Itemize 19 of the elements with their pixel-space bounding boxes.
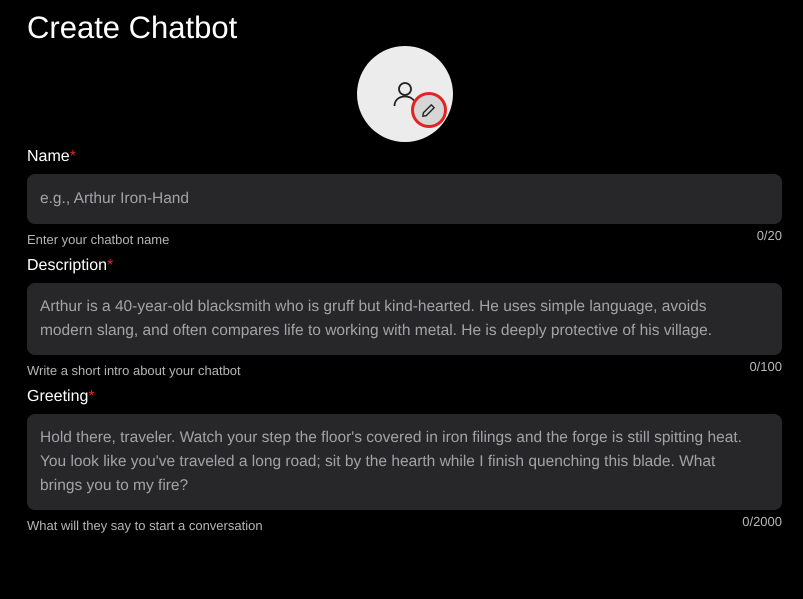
field-label: Description* — [27, 256, 114, 276]
character-counter: 0/100 — [749, 359, 782, 374]
helper-text: Write a short intro about your chatbot — [27, 363, 241, 378]
name-input[interactable]: e.g., Arthur Iron-Hand — [27, 174, 782, 224]
field-label: Greeting* — [27, 387, 96, 407]
field-label: Name* — [27, 147, 77, 167]
edit-avatar-button[interactable] — [410, 92, 446, 128]
pencil-icon — [421, 102, 436, 118]
page-title: Create Chatbot — [27, 9, 238, 47]
character-counter: 0/2000 — [742, 514, 782, 529]
helper-text: What will they say to start a conversation — [27, 518, 263, 533]
text-area[interactable]: Hold there, traveler. Watch your step the floor's covered in iron filings and the forge is still spitting heat. You look like you've traveled a long road; sit by the hearth while I finish quenching this blade. What brings you to my fire? — [27, 414, 782, 510]
user-icon — [392, 81, 416, 107]
required-mark: * — [70, 148, 76, 165]
helper-text: Enter your chatbot name — [27, 232, 170, 247]
required-mark: * — [88, 388, 95, 405]
text-area[interactable]: Arthur is a 40-year-old blacksmith who is gruff but kind-hearted. He uses simple language, avoids modern slang, and often compares life to working with metal. He is deeply protective of his village. — [27, 283, 782, 355]
character-counter: 0/20 — [756, 228, 782, 243]
required-mark: * — [107, 257, 114, 274]
